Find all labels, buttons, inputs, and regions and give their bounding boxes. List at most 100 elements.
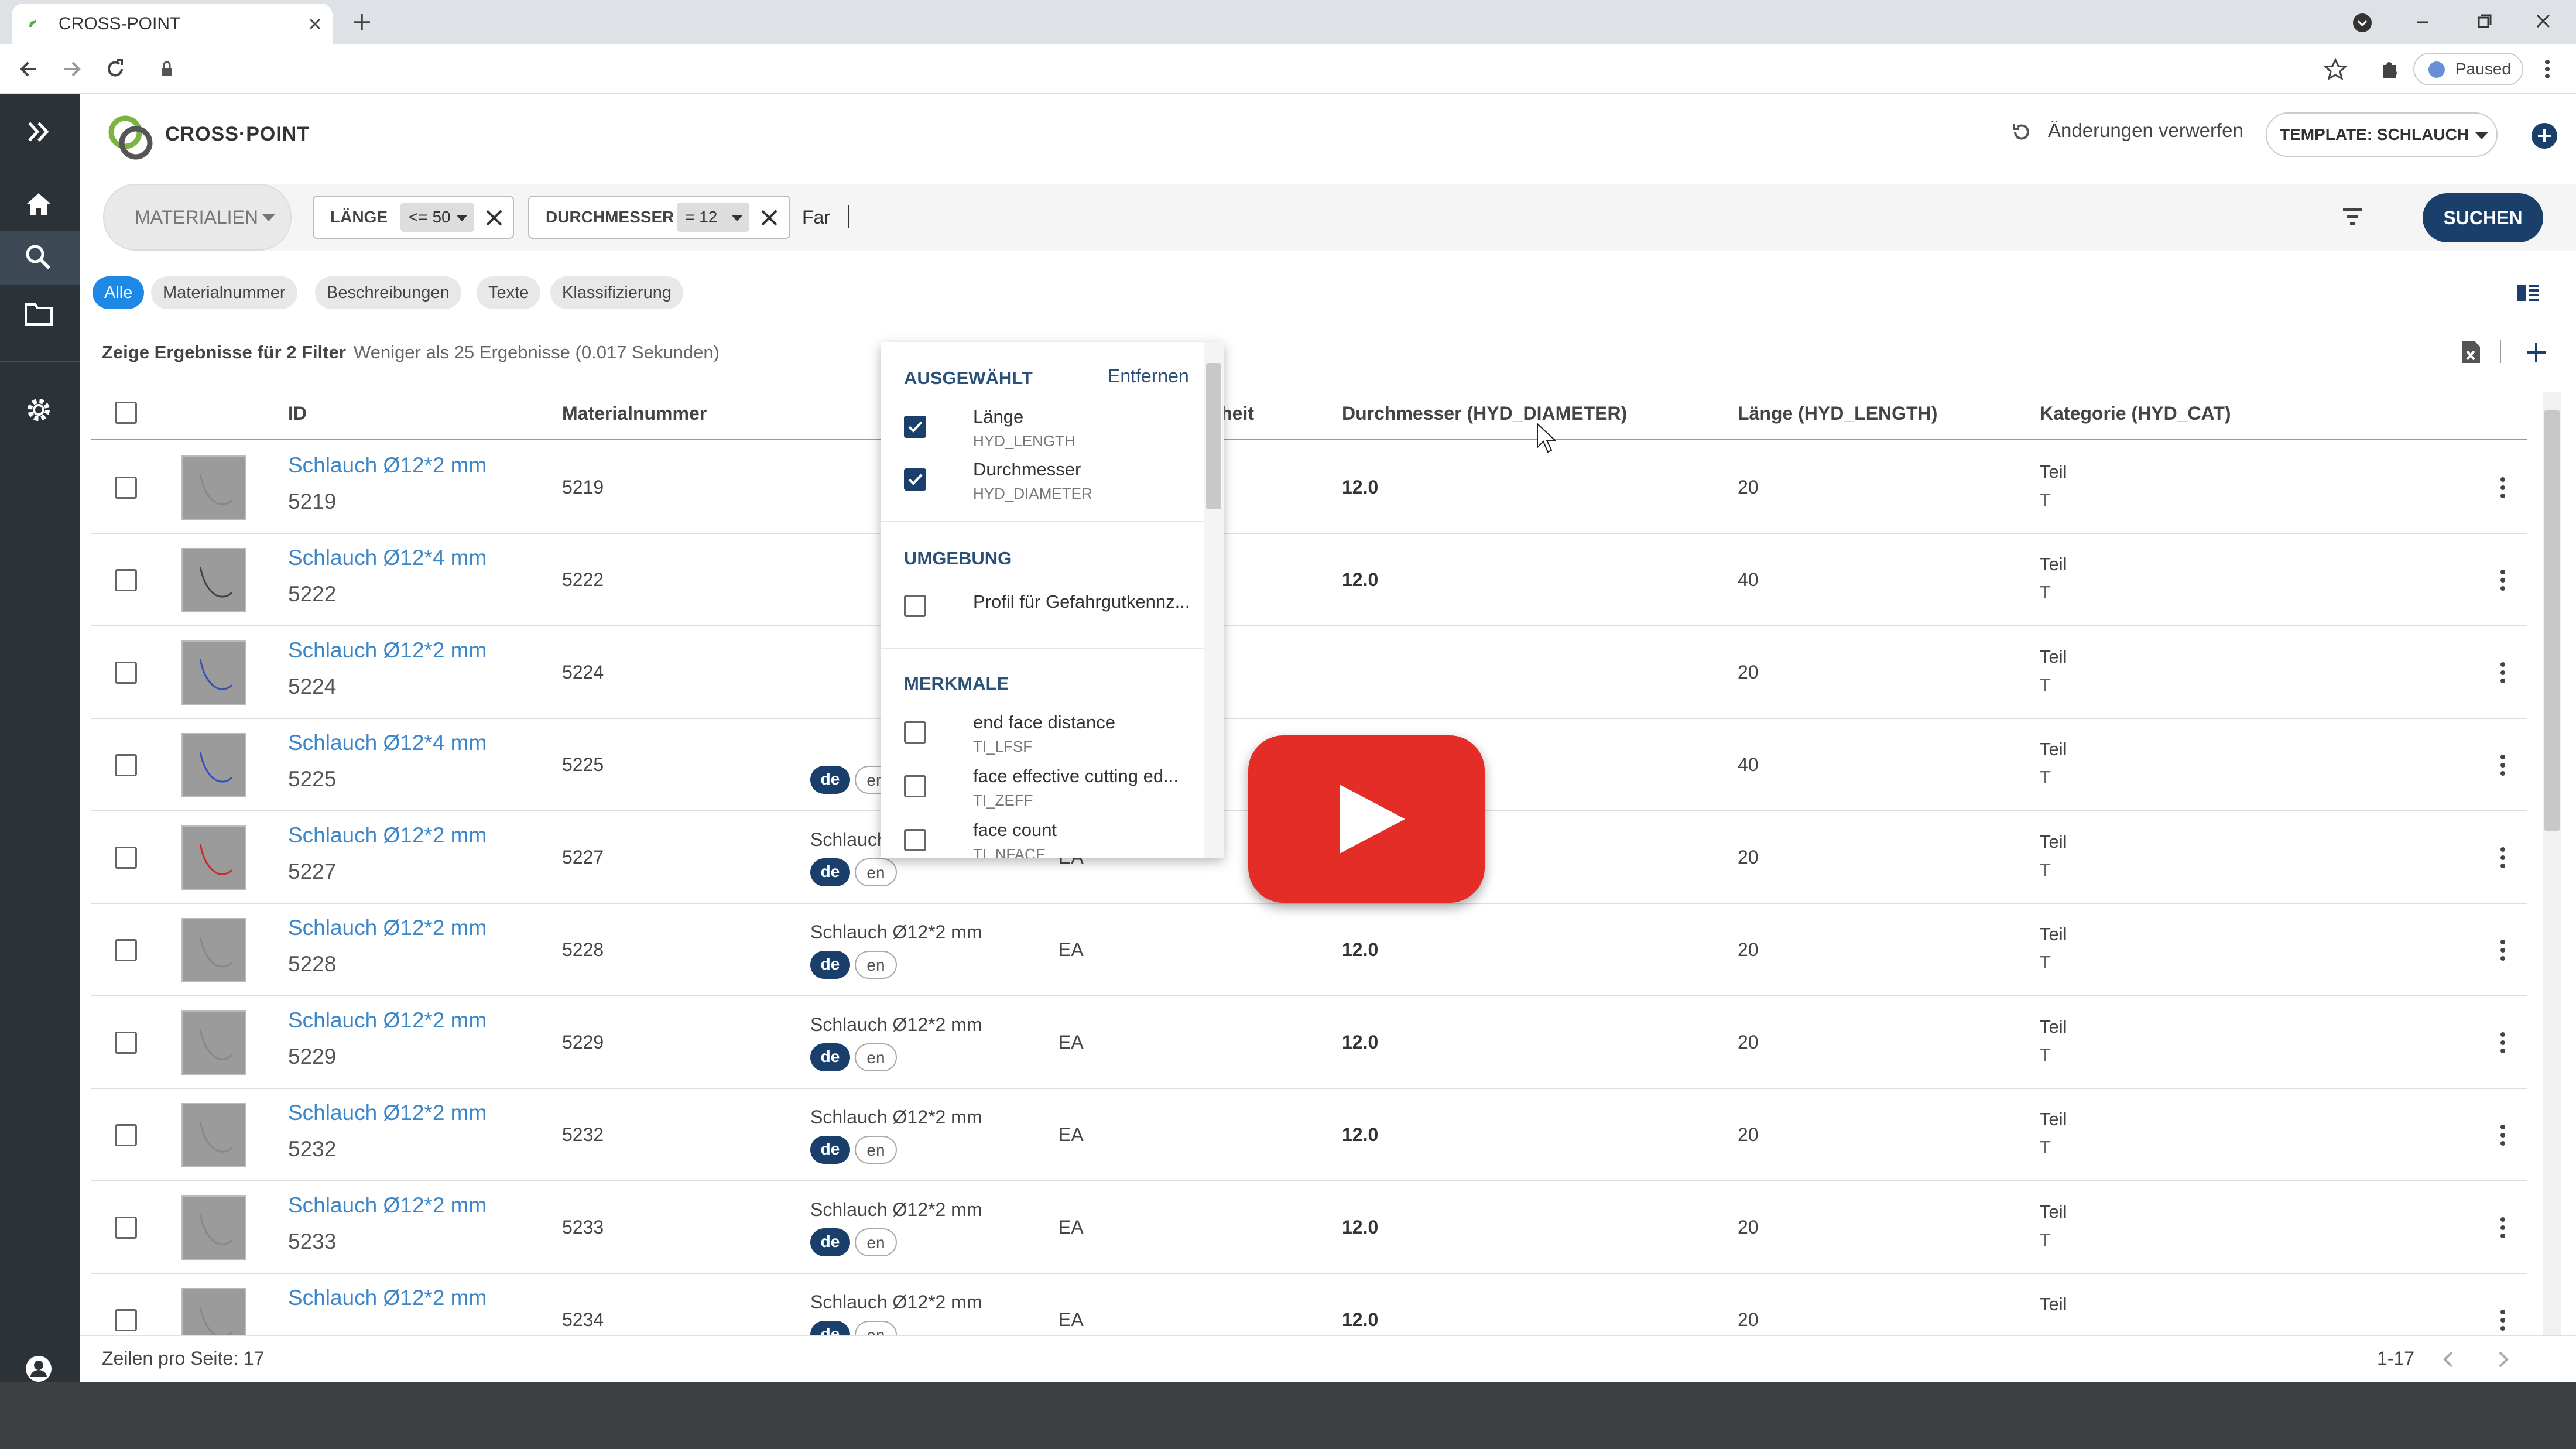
- dropdown-scrollbar-thumb[interactable]: [1206, 363, 1221, 509]
- expand-sidebar-icon[interactable]: [22, 117, 55, 146]
- scope-chip-materialnummer[interactable]: Materialnummer: [151, 276, 297, 309]
- lang-de-badge[interactable]: de: [810, 1136, 850, 1164]
- forward-icon[interactable]: [60, 57, 84, 81]
- minimize-icon[interactable]: [2412, 12, 2433, 33]
- scope-chip-klassifizierung[interactable]: Klassifizierung: [550, 276, 683, 309]
- folder-icon[interactable]: [22, 297, 55, 330]
- row-menu-icon[interactable]: [2494, 844, 2512, 871]
- column-layout-icon[interactable]: [2515, 281, 2541, 304]
- dropdown-item-face-count[interactable]: face count TI_NFACE: [904, 820, 1185, 858]
- template-select[interactable]: TEMPLATE: SCHLAUCH: [2266, 112, 2498, 157]
- reload-icon[interactable]: [103, 57, 128, 81]
- close-tab-icon[interactable]: [307, 16, 323, 32]
- row-menu-icon[interactable]: [2494, 659, 2512, 686]
- lang-de-badge[interactable]: de: [810, 1043, 850, 1071]
- profile-button[interactable]: Paused: [2413, 53, 2523, 85]
- column-header-durchmesser[interactable]: Durchmesser (HYD_DIAMETER): [1342, 386, 1627, 440]
- checkbox-checked[interactable]: [904, 416, 926, 438]
- product-thumbnail[interactable]: [181, 733, 246, 797]
- lock-icon[interactable]: [158, 60, 176, 78]
- product-thumbnail[interactable]: [181, 918, 246, 982]
- lang-de-badge[interactable]: de: [810, 766, 850, 794]
- column-header-kategorie[interactable]: Kategorie (HYD_CAT): [2040, 386, 2231, 440]
- row-checkbox[interactable]: [115, 1124, 137, 1146]
- row-checkbox[interactable]: [115, 847, 137, 869]
- checkbox[interactable]: [904, 775, 926, 797]
- dropdown-item-durchmesser[interactable]: Durchmesser HYD_DIAMETER: [904, 459, 1185, 506]
- remove-filter-icon[interactable]: [484, 207, 505, 228]
- material-title-link[interactable]: Schlauch Ø12*2 mm: [288, 453, 487, 478]
- remove-selected-button[interactable]: Entfernen: [1108, 365, 1189, 387]
- settings-gear-icon[interactable]: [22, 393, 55, 426]
- scope-chip-beschreibungen[interactable]: Beschreibungen: [315, 276, 461, 309]
- scope-chip-texte[interactable]: Texte: [477, 276, 541, 309]
- filter-operator-select[interactable]: <= 50: [400, 203, 474, 232]
- table-row[interactable]: Schlauch Ø12*2 mm 5232 5232 Schlauch Ø12*2 …: [91, 1089, 2527, 1181]
- row-checkbox[interactable]: [115, 754, 137, 776]
- material-title-link[interactable]: Schlauch Ø12*2 mm: [288, 638, 487, 663]
- dropdown-item-profil[interactable]: Profil für Gefahrgutkennz...: [904, 591, 1190, 626]
- checkbox[interactable]: [904, 595, 926, 617]
- dropdown-item-face-effective[interactable]: face effective cutting ed... TI_ZEFF: [904, 766, 1185, 813]
- dropdown-item-end-face-distance[interactable]: end face distance TI_LFSF: [904, 712, 1185, 759]
- column-header-laenge[interactable]: Länge (HYD_LENGTH): [1738, 386, 1937, 440]
- extensions-icon[interactable]: [2377, 57, 2402, 81]
- table-row[interactable]: Schlauch Ø12*2 mm 5224 5224 20 Teil T: [91, 626, 2527, 719]
- remove-filter-icon[interactable]: [759, 207, 780, 228]
- row-menu-icon[interactable]: [2494, 1307, 2512, 1334]
- row-menu-icon[interactable]: [2494, 1029, 2512, 1056]
- bookmark-star-icon[interactable]: [2323, 57, 2348, 81]
- filter-icon[interactable]: [2341, 205, 2364, 228]
- dropdown-item-laenge[interactable]: Länge HYD_LENGTH: [904, 406, 1185, 453]
- row-checkbox[interactable]: [115, 1217, 137, 1239]
- add-icon[interactable]: [2524, 341, 2548, 364]
- column-header-materialnummer[interactable]: Materialnummer: [562, 386, 707, 440]
- row-menu-icon[interactable]: [2494, 1122, 2512, 1149]
- material-title-link[interactable]: Schlauch Ø12*2 mm: [288, 916, 487, 940]
- row-checkbox[interactable]: [115, 477, 137, 499]
- table-row[interactable]: Schlauch Ø12*2 mm 5228 5228 Schlauch Ø12*2 …: [91, 904, 2527, 996]
- row-menu-icon[interactable]: [2494, 474, 2512, 501]
- material-title-link[interactable]: Schlauch Ø12*2 mm: [288, 823, 487, 848]
- new-tab-icon[interactable]: [350, 11, 374, 34]
- row-menu-icon[interactable]: [2494, 752, 2512, 779]
- search-input[interactable]: Far: [802, 184, 830, 251]
- checkbox-checked[interactable]: [904, 468, 926, 491]
- lang-en-badge[interactable]: en: [855, 1228, 897, 1256]
- search-icon[interactable]: [22, 241, 55, 274]
- row-checkbox[interactable]: [115, 939, 137, 961]
- material-title-link[interactable]: Schlauch Ø12*4 mm: [288, 546, 487, 570]
- search-button[interactable]: SUCHEN: [2423, 193, 2543, 242]
- tab-search-icon[interactable]: [2351, 12, 2373, 34]
- filter-operator-select[interactable]: = 12: [677, 203, 749, 232]
- material-title-link[interactable]: Schlauch Ø12*2 mm: [288, 1101, 487, 1125]
- checkbox[interactable]: [904, 721, 926, 744]
- account-icon[interactable]: [22, 1352, 55, 1385]
- table-row[interactable]: Schlauch Ø12*2 mm 5219 5219 12.0 20 Teil T: [91, 441, 2527, 534]
- rows-per-page[interactable]: Zeilen pro Seite: 17: [102, 1348, 265, 1369]
- scope-chip-alle[interactable]: Alle: [93, 276, 145, 309]
- home-icon[interactable]: [22, 187, 55, 220]
- restore-icon[interactable]: [2474, 11, 2495, 32]
- row-checkbox[interactable]: [115, 569, 137, 591]
- lang-en-badge[interactable]: en: [855, 1043, 897, 1071]
- undo-icon[interactable]: [2009, 121, 2033, 144]
- add-template-icon[interactable]: [2530, 122, 2558, 150]
- lang-en-badge[interactable]: en: [855, 858, 897, 886]
- discard-changes-button[interactable]: Änderungen verwerfen: [2048, 119, 2243, 142]
- lang-de-badge[interactable]: de: [810, 1228, 850, 1256]
- checkbox[interactable]: [904, 829, 926, 851]
- back-icon[interactable]: [16, 57, 41, 81]
- browser-tab[interactable]: CROSS-POINT: [12, 4, 333, 44]
- product-thumbnail[interactable]: [181, 825, 246, 890]
- table-scrollbar-thumb[interactable]: [2544, 410, 2560, 831]
- row-menu-icon[interactable]: [2494, 1214, 2512, 1241]
- column-header-id[interactable]: ID: [288, 386, 307, 440]
- product-thumbnail[interactable]: [181, 1195, 246, 1260]
- product-thumbnail[interactable]: [181, 1103, 246, 1167]
- material-title-link[interactable]: Schlauch Ø12*4 mm: [288, 731, 487, 755]
- lang-en-badge[interactable]: en: [855, 1136, 897, 1164]
- material-title-link[interactable]: Schlauch Ø12*2 mm: [288, 1286, 487, 1310]
- product-thumbnail[interactable]: [181, 455, 246, 520]
- filter-chip-durchmesser[interactable]: DURCHMESSER = 12: [528, 196, 790, 239]
